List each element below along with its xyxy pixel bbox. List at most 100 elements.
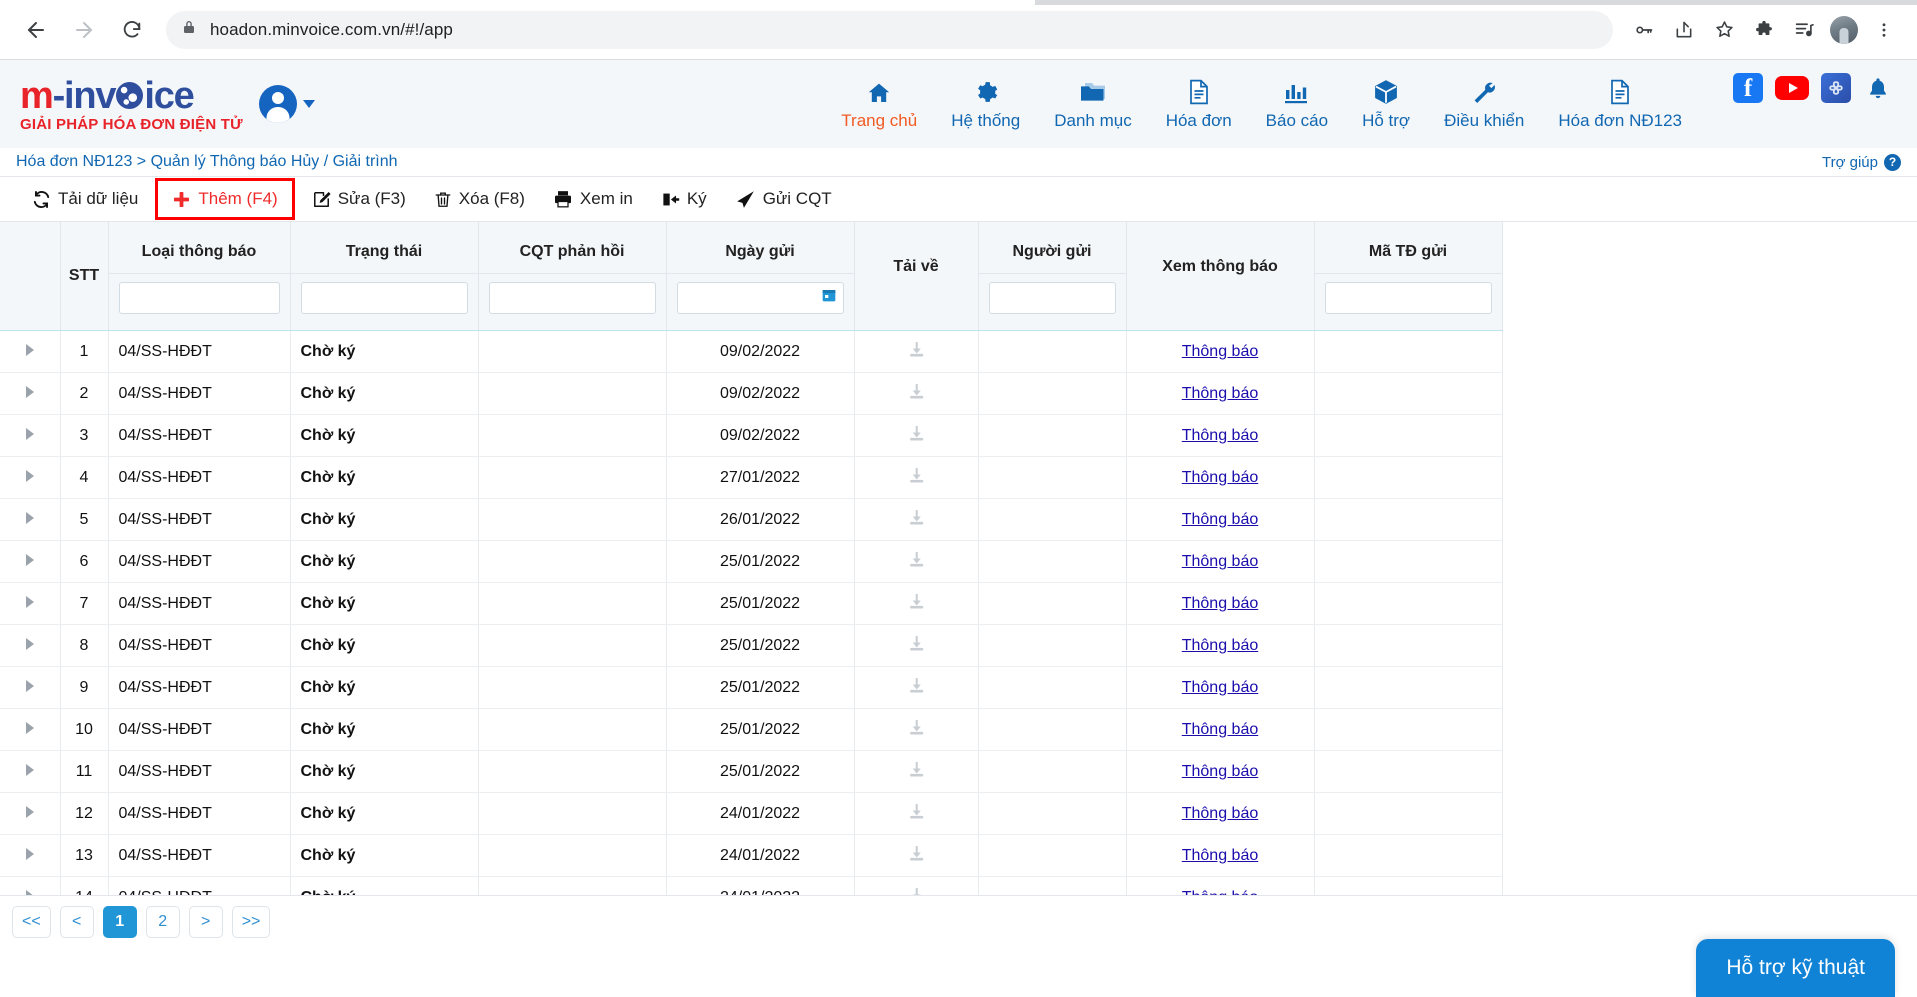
row-expand-toggle[interactable] xyxy=(0,666,61,709)
download-icon[interactable] xyxy=(907,508,926,527)
filter-input-type[interactable] xyxy=(118,281,280,314)
media-list-icon[interactable] xyxy=(1785,11,1823,49)
filter-input-date[interactable] xyxy=(676,281,844,314)
cell-view[interactable]: Thông báo xyxy=(1126,498,1315,541)
page-last-button[interactable]: >> xyxy=(231,905,271,938)
page-button-2[interactable]: 2 xyxy=(145,905,180,938)
table-row[interactable]: 2 04/SS-HĐĐT Chờ ký 09/02/2022 Thông báo xyxy=(0,372,1503,415)
youtube-icon[interactable] xyxy=(1775,76,1809,100)
row-expand-toggle[interactable] xyxy=(0,540,61,583)
table-row[interactable]: 4 04/SS-HĐĐT Chờ ký 27/01/2022 Thông báo xyxy=(0,456,1503,499)
address-bar[interactable]: hoadon.minvoice.com.vn/#!/app xyxy=(166,10,1613,49)
column-header-stt[interactable]: STT xyxy=(60,222,109,331)
table-row[interactable]: 7 04/SS-HĐĐT Chờ ký 25/01/2022 Thông báo xyxy=(0,582,1503,625)
cell-download[interactable] xyxy=(854,708,979,751)
column-header-expand[interactable] xyxy=(0,222,61,331)
page-button-1[interactable]: 1 xyxy=(102,905,137,938)
share-icon[interactable] xyxy=(1665,11,1703,49)
technical-support-button[interactable]: Hỗ trợ kỹ thuật xyxy=(1696,939,1895,997)
cell-view[interactable]: Thông báo xyxy=(1126,330,1315,373)
filter-input-status[interactable] xyxy=(300,281,468,314)
cell-download[interactable] xyxy=(854,666,979,709)
nav-item-he-thong[interactable]: Hệ thống xyxy=(934,73,1037,135)
cell-download[interactable] xyxy=(854,540,979,583)
active-browser-tab[interactable] xyxy=(0,0,1035,5)
add-button[interactable]: Thêm (F4) xyxy=(155,178,295,220)
profile-avatar[interactable] xyxy=(1825,11,1863,49)
cell-download[interactable] xyxy=(854,624,979,667)
user-menu[interactable] xyxy=(258,85,315,123)
cell-view[interactable]: Thông báo xyxy=(1126,792,1315,835)
nav-item-danh-muc[interactable]: Danh mục xyxy=(1037,73,1148,135)
view-notification-link[interactable]: Thông báo xyxy=(1182,763,1259,780)
view-notification-link[interactable]: Thông báo xyxy=(1182,553,1259,570)
row-expand-toggle[interactable] xyxy=(0,372,61,415)
nav-item-hoa-don-nd123[interactable]: Hóa đơn NĐ123 xyxy=(1541,73,1699,135)
view-notification-link[interactable]: Thông báo xyxy=(1182,469,1259,486)
page-next-button[interactable]: > xyxy=(188,905,223,938)
download-icon[interactable] xyxy=(907,844,926,863)
download-icon[interactable] xyxy=(907,760,926,779)
key-icon[interactable] xyxy=(1625,11,1663,49)
filter-input-code[interactable] xyxy=(1324,281,1492,314)
download-icon[interactable] xyxy=(907,424,926,443)
cell-view[interactable]: Thông báo xyxy=(1126,456,1315,499)
edit-button[interactable]: Sửa (F3) xyxy=(298,183,420,215)
reload-data-button[interactable]: Tải dữ liệu xyxy=(18,183,152,215)
download-icon[interactable] xyxy=(907,466,926,485)
table-row[interactable]: 12 04/SS-HĐĐT Chờ ký 24/01/2022 Thông báo xyxy=(0,792,1503,835)
column-header-date[interactable]: Ngày gửi xyxy=(666,222,855,331)
column-header-sender[interactable]: Người gửi xyxy=(978,222,1127,331)
table-row[interactable]: 11 04/SS-HĐĐT Chờ ký 25/01/2022 Thông báo xyxy=(0,750,1503,793)
cell-view[interactable]: Thông báo xyxy=(1126,414,1315,457)
extensions-puzzle-icon[interactable] xyxy=(1745,11,1783,49)
row-expand-toggle[interactable] xyxy=(0,708,61,751)
back-arrow-icon[interactable] xyxy=(14,8,58,52)
download-icon[interactable] xyxy=(907,634,926,653)
cell-view[interactable]: Thông báo xyxy=(1126,666,1315,709)
download-icon[interactable] xyxy=(907,592,926,611)
breadcrumb-text[interactable]: Hóa đơn NĐ123 > Quản lý Thông báo Hủy / … xyxy=(16,153,398,171)
nav-item-hoa-don[interactable]: Hóa đơn xyxy=(1149,73,1249,135)
row-expand-toggle[interactable] xyxy=(0,792,61,835)
download-icon[interactable] xyxy=(907,340,926,359)
cell-download[interactable] xyxy=(854,582,979,625)
table-row[interactable]: 9 04/SS-HĐĐT Chờ ký 25/01/2022 Thông báo xyxy=(0,666,1503,709)
row-expand-toggle[interactable] xyxy=(0,498,61,541)
nav-item-bao-cao[interactable]: Báo cáo xyxy=(1249,73,1345,135)
view-notification-link[interactable]: Thông báo xyxy=(1182,847,1259,864)
filter-input-sender[interactable] xyxy=(988,281,1116,314)
cell-download[interactable] xyxy=(854,750,979,793)
nav-item-ho-tro[interactable]: Hỗ trợ xyxy=(1345,73,1427,135)
nav-item-trang-chu[interactable]: Trang chủ xyxy=(824,73,934,135)
help-link[interactable]: Trợ giúp ? xyxy=(1822,153,1901,171)
zalo-icon[interactable] xyxy=(1821,73,1851,103)
table-row[interactable]: 13 04/SS-HĐĐT Chờ ký 24/01/2022 Thông báo xyxy=(0,834,1503,877)
delete-button[interactable]: Xóa (F8) xyxy=(420,183,539,215)
cell-download[interactable] xyxy=(854,792,979,835)
cell-view[interactable]: Thông báo xyxy=(1126,708,1315,751)
bookmark-star-icon[interactable] xyxy=(1705,11,1743,49)
row-expand-toggle[interactable] xyxy=(0,582,61,625)
column-header-code[interactable]: Mã TĐ gửi xyxy=(1314,222,1503,331)
cell-download[interactable] xyxy=(854,414,979,457)
row-expand-toggle[interactable] xyxy=(0,456,61,499)
cell-view[interactable]: Thông báo xyxy=(1126,834,1315,877)
reload-icon[interactable] xyxy=(110,8,154,52)
download-icon[interactable] xyxy=(907,718,926,737)
table-row[interactable]: 3 04/SS-HĐĐT Chờ ký 09/02/2022 Thông báo xyxy=(0,414,1503,457)
view-notification-link[interactable]: Thông báo xyxy=(1182,385,1259,402)
row-expand-toggle[interactable] xyxy=(0,624,61,667)
row-expand-toggle[interactable] xyxy=(0,750,61,793)
view-notification-link[interactable]: Thông báo xyxy=(1182,679,1259,696)
cell-view[interactable]: Thông báo xyxy=(1126,582,1315,625)
column-header-type[interactable]: Loại thông báo xyxy=(108,222,291,331)
view-notification-link[interactable]: Thông báo xyxy=(1182,637,1259,654)
row-expand-toggle[interactable] xyxy=(0,414,61,457)
row-expand-toggle[interactable] xyxy=(0,834,61,877)
view-notification-link[interactable]: Thông báo xyxy=(1182,427,1259,444)
forward-arrow-icon[interactable] xyxy=(62,8,106,52)
print-preview-button[interactable]: Xem in xyxy=(539,183,647,215)
table-row[interactable]: 8 04/SS-HĐĐT Chờ ký 25/01/2022 Thông báo xyxy=(0,624,1503,667)
column-header-cqt[interactable]: CQT phản hồi xyxy=(478,222,667,331)
